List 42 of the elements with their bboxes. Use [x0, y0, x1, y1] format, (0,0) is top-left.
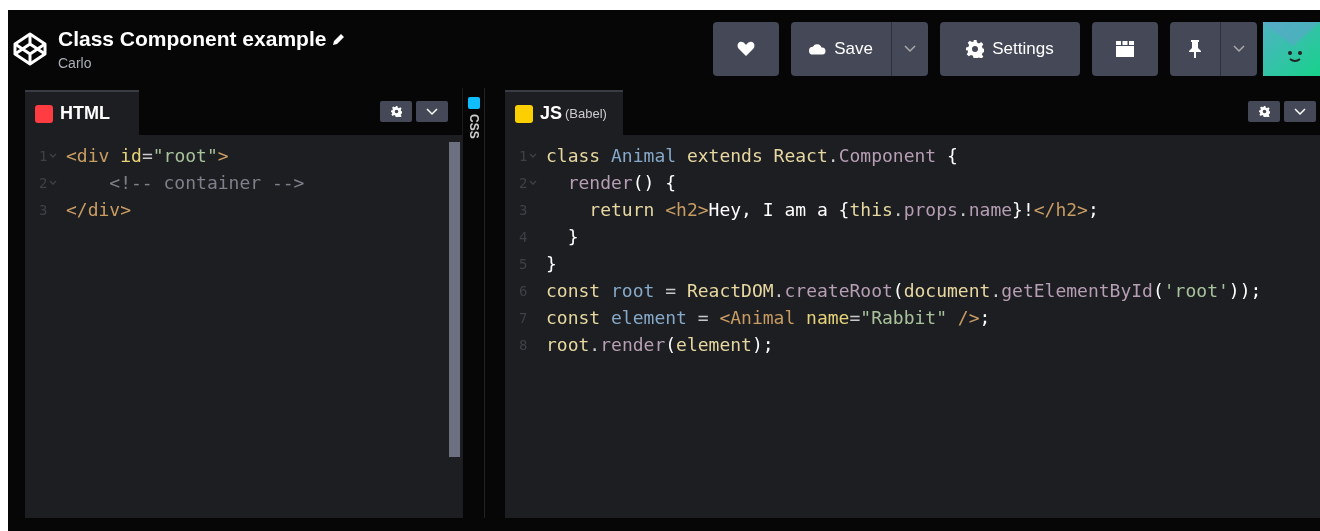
- editor-menu-button[interactable]: [1284, 101, 1316, 122]
- caret-icon: [426, 107, 438, 116]
- code-line: }: [546, 253, 557, 274]
- editor-settings-button[interactable]: [380, 101, 412, 122]
- editor-subtitle: (Babel): [565, 106, 607, 121]
- heart-icon: [737, 41, 755, 57]
- editor-settings-button[interactable]: [1248, 101, 1280, 122]
- pencil-icon[interactable]: [332, 32, 347, 46]
- scrollbar[interactable]: [449, 142, 460, 457]
- cloud-icon: [809, 42, 827, 56]
- code-line: root.render(element);: [546, 334, 774, 355]
- collapsed-editor-tab[interactable]: CSS: [466, 114, 481, 139]
- settings-button[interactable]: Settings: [940, 22, 1080, 76]
- editor-menu-button[interactable]: [416, 101, 448, 122]
- editor-title: HTML: [60, 103, 110, 124]
- layout-icon: [1116, 41, 1134, 57]
- settings-icon: [390, 106, 402, 117]
- code-line: </div>: [66, 199, 132, 220]
- editor-tab[interactable]: JS (Babel): [505, 90, 623, 135]
- code-line: <div id="root">: [66, 145, 229, 166]
- heart-button[interactable]: [713, 22, 779, 76]
- caret-icon: [1233, 45, 1245, 53]
- save-button[interactable]: Save: [791, 22, 891, 76]
- caret-icon: [1294, 107, 1306, 116]
- editor-title: JS: [540, 103, 563, 124]
- caret-icon: [904, 45, 916, 53]
- code-line: class Animal extends React.Component {: [546, 145, 958, 166]
- pushpin-icon: [1189, 40, 1201, 58]
- pin-button[interactable]: [1170, 22, 1220, 76]
- code-line: <!-- container -->: [108, 172, 305, 193]
- layout-button[interactable]: [1092, 22, 1158, 76]
- code-line: }: [566, 226, 579, 247]
- code-line: const root = ReactDOM.createRoot(document.getElementById('root'));: [546, 280, 1262, 301]
- logo-icon[interactable]: [12, 31, 48, 67]
- settings-icon: [1258, 106, 1270, 117]
- editor-tab[interactable]: HTML: [25, 90, 139, 135]
- code-line: render() {: [566, 172, 677, 193]
- author-name: Carlo: [58, 55, 93, 71]
- code-line: return <h2>Hey, I am a {this.props.name}!</h2>;: [588, 199, 1099, 220]
- settings-icon: [966, 40, 985, 58]
- code-line: const element = <Animal name="Rabbit" />;: [546, 307, 991, 328]
- pen-title: Class Component example: [58, 27, 327, 51]
